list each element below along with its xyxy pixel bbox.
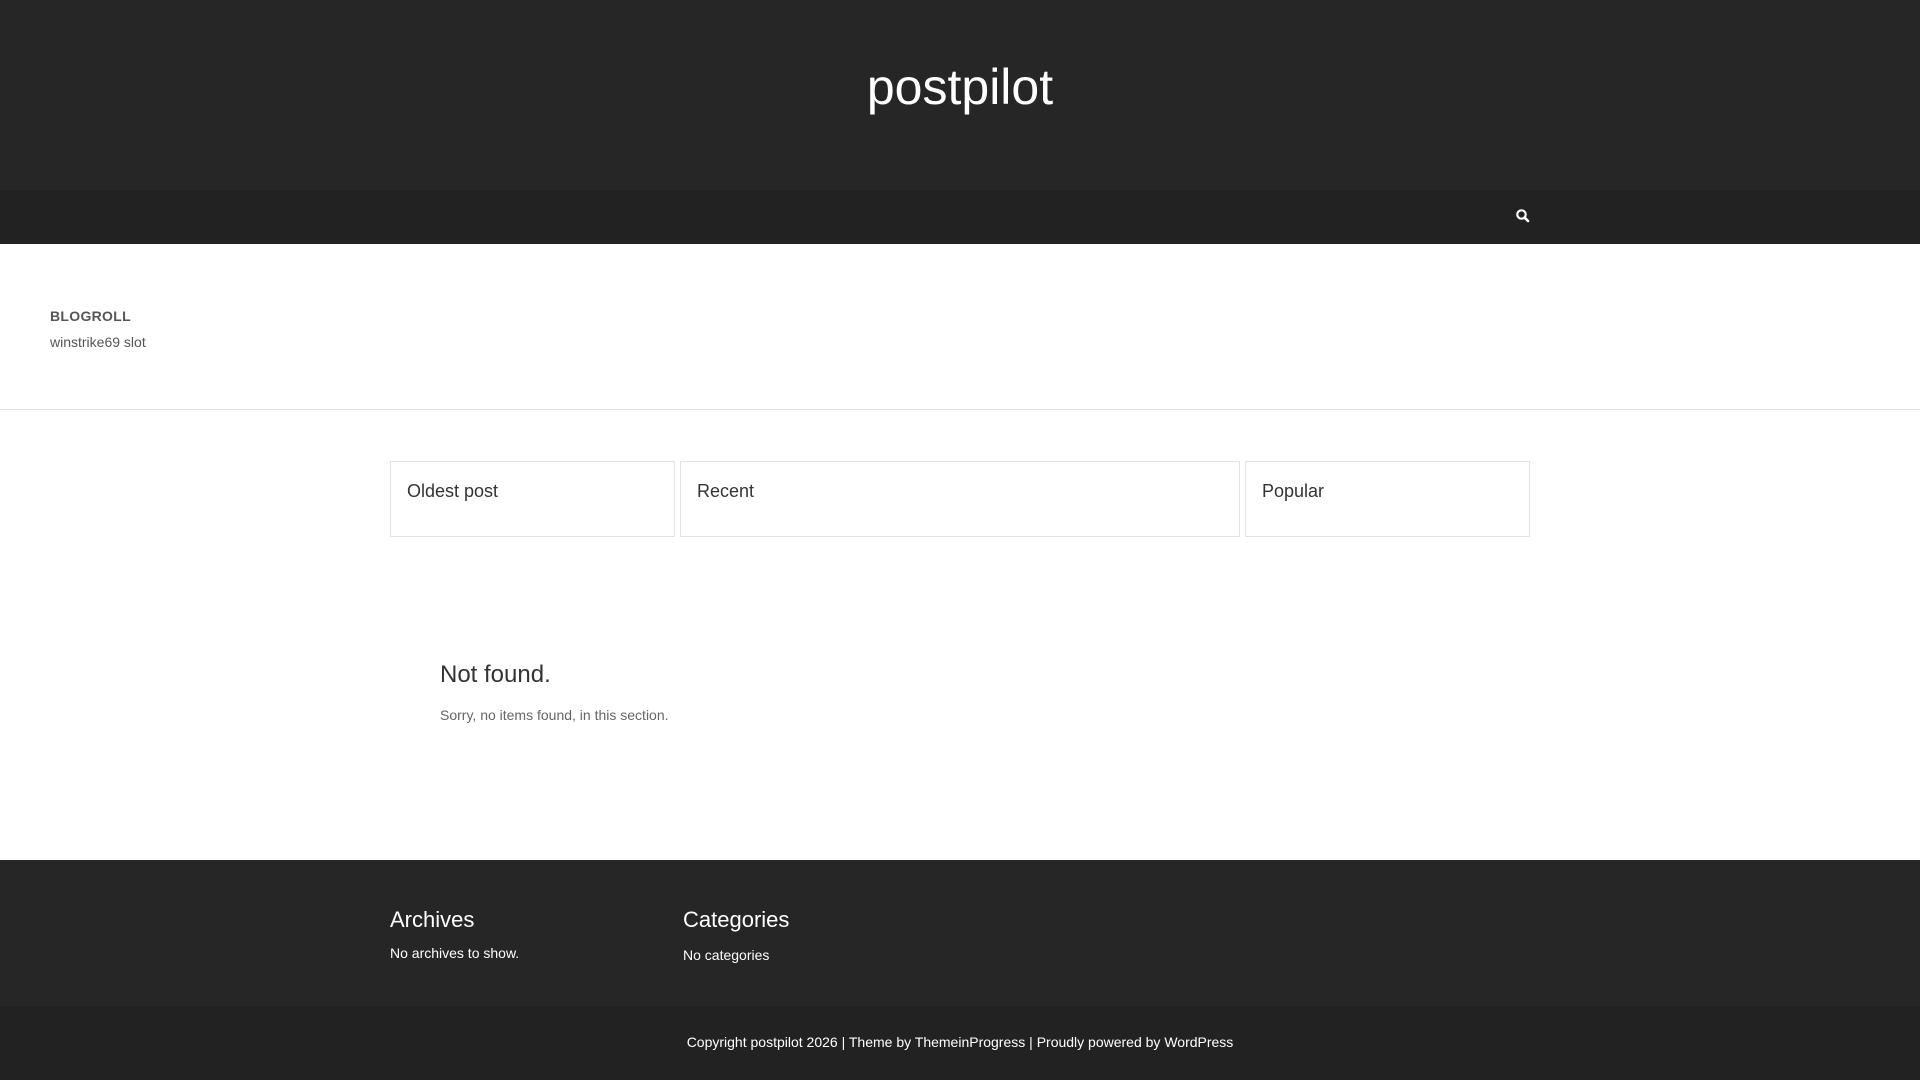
copyright-year: 2026 — [806, 1034, 838, 1050]
categories-text: No categories — [683, 947, 770, 963]
archives-title: Archives — [390, 907, 475, 932]
search-button[interactable] — [1513, 206, 1533, 226]
tab-popular[interactable]: Popular — [1245, 461, 1530, 537]
blogroll-widget: BLOGROLL winstrike69 slot — [50, 308, 146, 350]
site-header: postpilot — [0, 0, 1920, 190]
search-icon — [1516, 209, 1530, 223]
blogroll-link[interactable]: winstrike69 slot — [50, 334, 146, 350]
copyright-text: Copyright postpilot 2026 | Theme by Them… — [0, 1034, 1920, 1050]
site-title[interactable]: postpilot — [0, 58, 1920, 116]
section-divider — [0, 409, 1920, 410]
tab-recent[interactable]: Recent — [680, 461, 1240, 537]
wordpress-link[interactable]: WordPress — [1164, 1034, 1233, 1050]
main-navbar — [0, 190, 1920, 244]
separator: | — [841, 1034, 846, 1050]
tab-label: Oldest post — [407, 481, 499, 501]
archives-widget: Archives No archives to show. — [390, 907, 519, 961]
footer-widgets: Archives No archives to show. Categories… — [0, 860, 1920, 1006]
tab-label: Popular — [1262, 481, 1325, 501]
separator: | — [1029, 1034, 1033, 1050]
archives-text: No archives to show. — [390, 945, 520, 961]
powered-by-label: Proudly powered by — [1036, 1034, 1161, 1050]
not-found-heading: Not found. — [440, 661, 551, 688]
not-found-section: Not found. Sorry, no items found, in thi… — [440, 661, 669, 723]
copyright-site-link[interactable]: postpilot — [751, 1034, 803, 1050]
theme-author-link[interactable]: ThemeinProgress — [915, 1034, 1026, 1050]
categories-widget: Categories No categories — [683, 907, 789, 963]
copyright-prefix: Copyright — [686, 1034, 747, 1050]
tab-label: Recent — [697, 481, 755, 501]
not-found-message: Sorry, no items found, in this section. — [440, 707, 669, 723]
categories-title: Categories — [683, 907, 790, 932]
footer-bottom: Copyright postpilot 2026 | Theme by Them… — [0, 1006, 1920, 1080]
theme-by-label: Theme by — [848, 1034, 912, 1050]
tab-oldest-post[interactable]: Oldest post — [390, 461, 675, 537]
blogroll-title: BLOGROLL — [50, 308, 131, 324]
